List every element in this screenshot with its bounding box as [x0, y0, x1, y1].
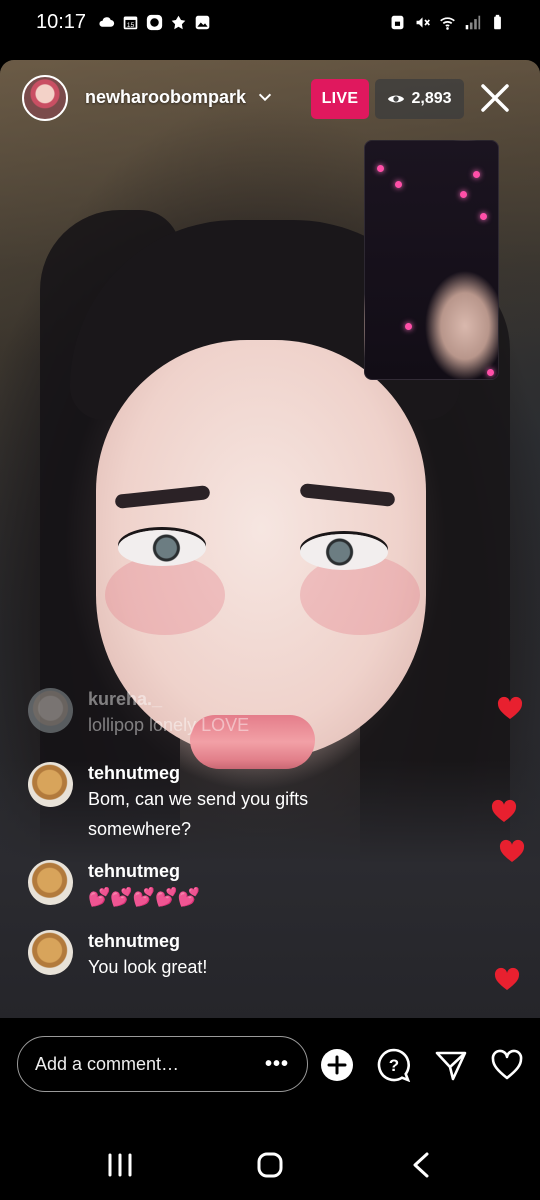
floating-heart-icon [499, 839, 525, 862]
comment-username[interactable]: tehnutmeg [88, 860, 200, 882]
viewer-count: 2,893 [411, 90, 452, 107]
viewer-count-badge[interactable]: 2,893 [375, 79, 464, 119]
status-time: 10:17 [36, 10, 87, 33]
sparkle [473, 171, 480, 178]
lock-icon [391, 15, 404, 29]
svg-text:15: 15 [127, 21, 135, 28]
comment-message: lollipop lonely LOVE [88, 715, 250, 735]
status-bar: 10:17 15 [0, 0, 540, 44]
comment-username[interactable]: tehnutmeg [88, 762, 348, 784]
comment-input[interactable]: Add a comment… ••• [17, 1036, 308, 1092]
question-icon[interactable]: ? [377, 1048, 411, 1082]
comment-message: Bom, can we send you gifts somewhere? [88, 789, 309, 839]
comment-message: 💕💕💕💕💕 [88, 887, 201, 907]
mute-icon [416, 16, 430, 28]
sparkle [405, 323, 412, 330]
chat-app-icon [146, 14, 163, 30]
host-avatar[interactable] [22, 75, 68, 121]
kureha-avatar[interactable] [28, 688, 73, 733]
sparkle [480, 213, 487, 220]
sparkle [487, 369, 494, 376]
dog-avatar[interactable] [28, 762, 73, 807]
blush-left [105, 555, 225, 635]
sparkle [377, 165, 384, 172]
dog-avatar[interactable] [28, 860, 73, 905]
comment-item[interactable]: tehnutmeg Bom, can we send you gifts som… [28, 762, 348, 844]
comment-placeholder: Add a comment… [35, 1053, 180, 1074]
leaf-icon [171, 15, 186, 29]
comment-item[interactable]: tehnutmeg You look great! [28, 930, 207, 982]
system-nav-bar [0, 1130, 540, 1200]
more-options-button[interactable]: ••• [265, 1053, 289, 1076]
guest-video[interactable] [364, 140, 499, 380]
sparkle [395, 181, 402, 188]
eye-right [300, 534, 388, 570]
like-heart-icon[interactable] [490, 1048, 524, 1082]
back-icon[interactable] [401, 1148, 441, 1182]
eye-left [118, 530, 206, 566]
gallery-icon [195, 15, 210, 29]
recents-icon[interactable] [100, 1148, 140, 1182]
system-icons [389, 14, 506, 31]
signal-icon [465, 15, 481, 29]
eye-icon [388, 95, 405, 103]
host-username[interactable]: newharoobompark [85, 87, 246, 108]
close-icon[interactable] [479, 82, 511, 114]
comment-item[interactable]: kureha._ lollipop lonely LOVE [28, 688, 249, 740]
sparkle [460, 191, 467, 198]
floating-heart-icon [494, 967, 520, 990]
home-icon[interactable] [250, 1148, 290, 1182]
dog-avatar[interactable] [28, 930, 73, 975]
calendar-15-icon: 15 [123, 16, 138, 29]
floating-heart-icon [497, 696, 523, 719]
battery-icon [494, 14, 501, 29]
comment-username[interactable]: kureha._ [88, 688, 249, 710]
notification-icons: 15 [98, 14, 211, 31]
svg-text:?: ? [389, 1056, 399, 1075]
comment-item[interactable]: tehnutmeg 💕💕💕💕💕 [28, 860, 200, 912]
floating-heart-icon [491, 799, 517, 822]
cloud-icon [99, 16, 115, 27]
comment-message: You look great! [88, 957, 208, 977]
live-badge: LIVE [311, 79, 369, 119]
chevron-down-icon[interactable] [256, 88, 274, 106]
comment-username[interactable]: tehnutmeg [88, 930, 207, 952]
add-icon[interactable] [320, 1048, 354, 1082]
wifi-icon [440, 16, 455, 30]
send-icon[interactable] [434, 1048, 468, 1082]
